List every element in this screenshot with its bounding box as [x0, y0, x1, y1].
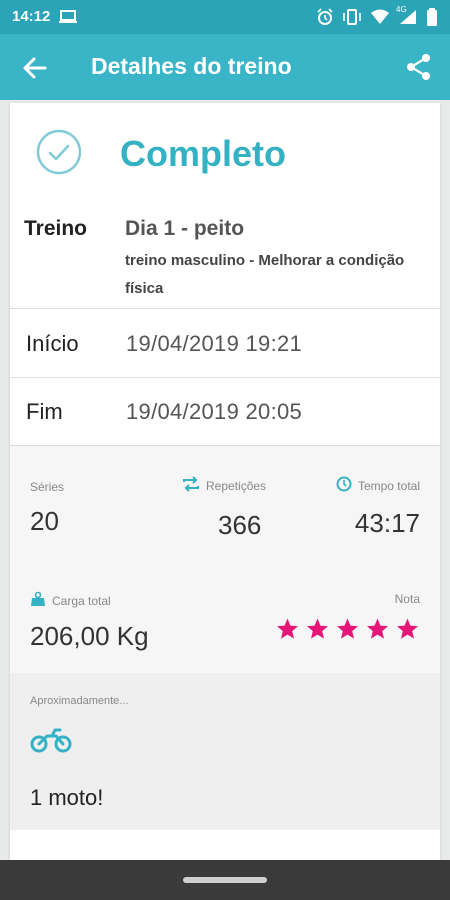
home-gesture-handle[interactable] — [183, 877, 267, 883]
treino-label: Treino — [24, 217, 88, 240]
treino-name: Dia 1 - peito — [125, 217, 245, 240]
star-icon — [395, 617, 420, 646]
repeticoes-label-text: Repetições — [206, 478, 267, 493]
alarm-icon — [316, 8, 334, 31]
fim-label: Fim — [26, 399, 63, 424]
clock-icon — [336, 476, 352, 495]
status-bar: 14:12 4G — [0, 0, 450, 34]
star-icon — [335, 617, 360, 646]
tempo-label-text: Tempo total — [357, 478, 420, 493]
tempo-label: Tempo total — [336, 476, 420, 495]
app-bar: Detalhes do treino — [0, 34, 450, 100]
weight-icon — [30, 591, 46, 610]
approx-text: 1 moto! — [30, 785, 104, 810]
network-type: 4G — [396, 5, 407, 14]
divider — [10, 308, 440, 309]
stats-section: Séries 20 Repetições 366 Tempo total 43:… — [10, 446, 440, 673]
inicio-label: Início — [26, 331, 79, 356]
approx-label: Aproximadamente... — [30, 695, 129, 707]
repeticoes-value: 366 — [218, 510, 262, 540]
back-arrow-icon[interactable] — [20, 53, 50, 83]
approx-section: Aproximadamente... 1 moto! — [10, 673, 440, 830]
vibrate-icon — [342, 8, 362, 31]
star-icon — [275, 617, 300, 646]
check-circle-icon — [36, 129, 82, 180]
share-icon[interactable] — [404, 52, 434, 82]
workout-status-block: Completo Treino Dia 1 - peito treino mas… — [10, 103, 440, 308]
wifi-icon — [370, 9, 390, 30]
status-time: 14:12 — [12, 8, 51, 25]
system-nav-bar — [0, 860, 450, 900]
laptop-icon — [58, 9, 78, 30]
series-label-text: Séries — [30, 480, 65, 494]
motorcycle-icon — [30, 728, 72, 759]
divider — [10, 377, 440, 378]
series-value: 20 — [30, 506, 59, 536]
workout-details-card: Completo Treino Dia 1 - peito treino mas… — [10, 103, 440, 860]
star-icon — [365, 617, 390, 646]
page-title: Detalhes do treino — [91, 53, 292, 79]
battery-icon — [426, 8, 438, 31]
series-label: Séries — [30, 480, 64, 494]
inicio-value: 19/04/2019 19:21 — [126, 331, 303, 356]
tempo-value: 43:17 — [354, 508, 420, 538]
repeticoes-label: Repetições — [182, 476, 266, 495]
rating-stars — [275, 617, 420, 646]
treino-description: treino masculino - Melhorar a condição f… — [125, 252, 405, 297]
workout-status: Completo — [120, 133, 286, 174]
fim-value: 19/04/2019 20:05 — [126, 399, 303, 424]
star-icon — [305, 617, 330, 646]
status-icons: 4G — [316, 5, 438, 31]
repeat-icon — [182, 476, 200, 495]
nota-label: Nota — [394, 592, 420, 606]
carga-label-text: Carga total — [52, 593, 111, 608]
carga-label: Carga total — [30, 591, 111, 610]
carga-value: 206,00 Kg — [30, 621, 149, 651]
signal-icon: 4G — [396, 5, 418, 30]
